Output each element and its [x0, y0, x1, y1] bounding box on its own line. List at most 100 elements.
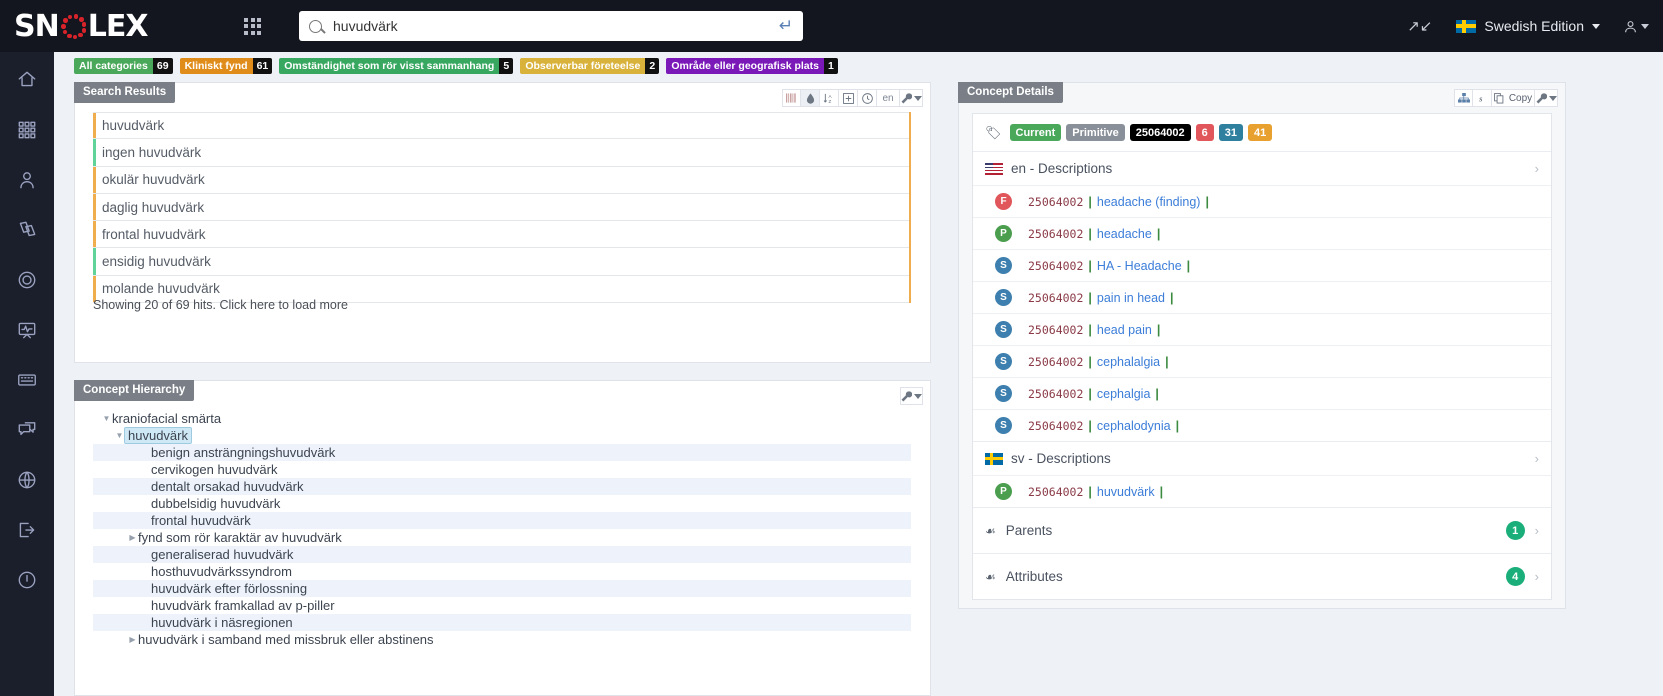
- highlight-toggle[interactable]: [801, 89, 820, 107]
- section-header-parents[interactable]: ☙ Parents 1 ›: [973, 507, 1551, 553]
- hierarchy-node[interactable]: huvudvärk efter förlossning: [93, 580, 911, 597]
- description-term[interactable]: headache: [1097, 227, 1152, 241]
- concept-badge-0[interactable]: Current: [1009, 124, 1062, 141]
- search-result-row[interactable]: frontal huvudvärk: [93, 221, 911, 249]
- language-selector[interactable]: Swedish Edition: [1456, 18, 1600, 34]
- section-header-en-descriptions[interactable]: en - Descriptions ›: [973, 151, 1551, 185]
- hierarchy-node[interactable]: frontal huvudvärk: [93, 512, 911, 529]
- concept-badge-1[interactable]: Primitive: [1066, 124, 1125, 141]
- search-input[interactable]: [333, 18, 779, 34]
- description-row[interactable]: S 25064002 | head pain |: [973, 313, 1551, 345]
- section-header-attributes[interactable]: ☙ Attributes 4 ›: [973, 553, 1551, 599]
- search-result-row[interactable]: ingen huvudvärk: [93, 139, 911, 167]
- chevron-right-icon[interactable]: ▶: [127, 635, 138, 644]
- keyboard-icon[interactable]: [13, 366, 41, 394]
- circle-target-icon[interactable]: [13, 266, 41, 294]
- hierarchy-node[interactable]: ▶ fynd som rör karaktär av huvudvärk: [93, 529, 911, 546]
- hierarchy-settings-menu[interactable]: [900, 387, 923, 405]
- description-row[interactable]: S 25064002 | pain in head |: [973, 281, 1551, 313]
- description-row[interactable]: S 25064002 | cephalalgia |: [973, 345, 1551, 377]
- expand-toggle[interactable]: [839, 89, 858, 107]
- settings-menu[interactable]: [900, 89, 923, 107]
- description-term[interactable]: cephalgia: [1097, 387, 1151, 401]
- chevron-right-icon[interactable]: ▶: [127, 533, 138, 542]
- sort-toggle[interactable]: AZ: [820, 89, 839, 107]
- hierarchy-node[interactable]: ▶ huvudvärk i samband med missbruk eller …: [93, 631, 911, 648]
- hierarchy-node[interactable]: huvudvärk i näsregionen: [93, 614, 911, 631]
- search-result-row[interactable]: okulär huvudvärk: [93, 166, 911, 194]
- user-account-icon[interactable]: [1624, 20, 1649, 33]
- hierarchy-node[interactable]: dentalt orsakad huvudvärk: [93, 478, 911, 495]
- search-box[interactable]: ↵: [299, 11, 803, 41]
- hierarchy-node[interactable]: huvudvärk framkallad av p-piller: [93, 597, 911, 614]
- detail-settings-menu[interactable]: [1535, 89, 1558, 107]
- category-chip-2[interactable]: Omständighet som rör visst sammanhang 5: [279, 58, 514, 74]
- category-chip-1[interactable]: Kliniskt fynd 61: [179, 58, 273, 74]
- description-term[interactable]: HA - Headache: [1097, 259, 1182, 273]
- category-chip-3[interactable]: Observerbar företeelse 2: [520, 58, 660, 74]
- top-bar: SN LEX ↵ ↗↙ Swedish Edition: [0, 0, 1663, 52]
- description-term[interactable]: cephalalgia: [1097, 355, 1160, 369]
- power-icon[interactable]: [13, 566, 41, 594]
- description-sctid: 25064002: [1028, 386, 1084, 401]
- chevron-right-icon[interactable]: ›: [1535, 569, 1539, 584]
- expand-diagonal-icon[interactable]: ↗↙: [1407, 17, 1432, 35]
- hierarchy-node[interactable]: hosthuvudvärkssyndrom: [93, 563, 911, 580]
- description-sctid: 25064002: [1028, 194, 1084, 209]
- chevron-right-icon[interactable]: ›: [1535, 451, 1539, 466]
- description-type-badge: P: [995, 225, 1012, 242]
- description-row[interactable]: F 25064002 | headache (finding) |: [973, 185, 1551, 217]
- sctid-toggle[interactable]: s: [1473, 89, 1492, 107]
- hierarchy-node-label: dubbelsidig huvudvärk: [151, 496, 281, 511]
- chevron-right-icon[interactable]: ›: [1535, 161, 1539, 176]
- barcode-toggle[interactable]: [782, 89, 801, 107]
- description-term[interactable]: head pain: [1097, 323, 1152, 337]
- description-row[interactable]: S 25064002 | HA - Headache |: [973, 249, 1551, 281]
- globe-icon[interactable]: [13, 466, 41, 494]
- hierarchy-node-label: benign ansträngningshuvudvärk: [151, 445, 336, 460]
- separator: |: [1088, 290, 1092, 305]
- search-result-row[interactable]: daglig huvudvärk: [93, 193, 911, 222]
- search-result-row[interactable]: huvudvärk: [93, 112, 911, 140]
- separator: |: [1170, 290, 1174, 305]
- section-header-sv-descriptions[interactable]: sv - Descriptions ›: [973, 441, 1551, 475]
- hierarchy-node[interactable]: benign ansträngningshuvudvärk: [93, 444, 911, 461]
- search-result-row[interactable]: ensidig huvudvärk: [93, 248, 911, 276]
- home-icon[interactable]: [13, 66, 41, 94]
- copy-pages-icon[interactable]: [13, 216, 41, 244]
- chevron-right-icon[interactable]: ›: [1535, 523, 1539, 538]
- hierarchy-node[interactable]: ▼ kraniofacial smärta: [93, 410, 911, 427]
- hierarchy-node[interactable]: generaliserad huvudvärk: [93, 546, 911, 563]
- description-term[interactable]: pain in head: [1097, 291, 1165, 305]
- return-arrow-icon[interactable]: ↵: [779, 16, 793, 36]
- copy-button[interactable]: Copy: [1492, 89, 1535, 107]
- chevron-down-icon[interactable]: ▼: [101, 414, 112, 423]
- category-chip-4[interactable]: Område eller geografisk plats 1: [666, 58, 838, 74]
- concept-badge-4[interactable]: 31: [1218, 124, 1244, 141]
- hierarchy-node[interactable]: ▼ huvudvärk: [93, 427, 911, 444]
- apps-grid-icon[interactable]: [244, 17, 261, 35]
- description-term[interactable]: cephalodynia: [1097, 419, 1171, 433]
- language-toggle[interactable]: en: [877, 89, 900, 107]
- apps-grid-icon[interactable]: [13, 116, 41, 144]
- concept-badge-3[interactable]: 6: [1195, 124, 1214, 141]
- monitor-chart-icon[interactable]: [13, 316, 41, 344]
- show-diagram-button[interactable]: [1454, 89, 1473, 107]
- description-row[interactable]: P 25064002 | huvudvärk |: [973, 475, 1551, 507]
- history-toggle[interactable]: [858, 89, 877, 107]
- category-chip-0[interactable]: All categories 69: [74, 58, 173, 74]
- user-icon[interactable]: [13, 166, 41, 194]
- description-row[interactable]: P 25064002 | headache |: [973, 217, 1551, 249]
- hierarchy-node[interactable]: cervikogen huvudvärk: [93, 461, 911, 478]
- search-results-footer-note[interactable]: Showing 20 of 69 hits. Click here to loa…: [93, 298, 348, 312]
- description-row[interactable]: S 25064002 | cephalgia |: [973, 377, 1551, 409]
- description-term[interactable]: huvudvärk: [1097, 485, 1155, 499]
- concept-badge-5[interactable]: 41: [1248, 124, 1273, 141]
- app-logo[interactable]: SN LEX: [0, 0, 188, 52]
- description-term[interactable]: headache (finding): [1097, 195, 1201, 209]
- concept-badge-2[interactable]: 25064002: [1129, 124, 1191, 141]
- hierarchy-node[interactable]: dubbelsidig huvudvärk: [93, 495, 911, 512]
- description-row[interactable]: S 25064002 | cephalodynia |: [973, 409, 1551, 441]
- logout-icon[interactable]: [13, 516, 41, 544]
- chat-bubbles-icon[interactable]: [13, 416, 41, 444]
